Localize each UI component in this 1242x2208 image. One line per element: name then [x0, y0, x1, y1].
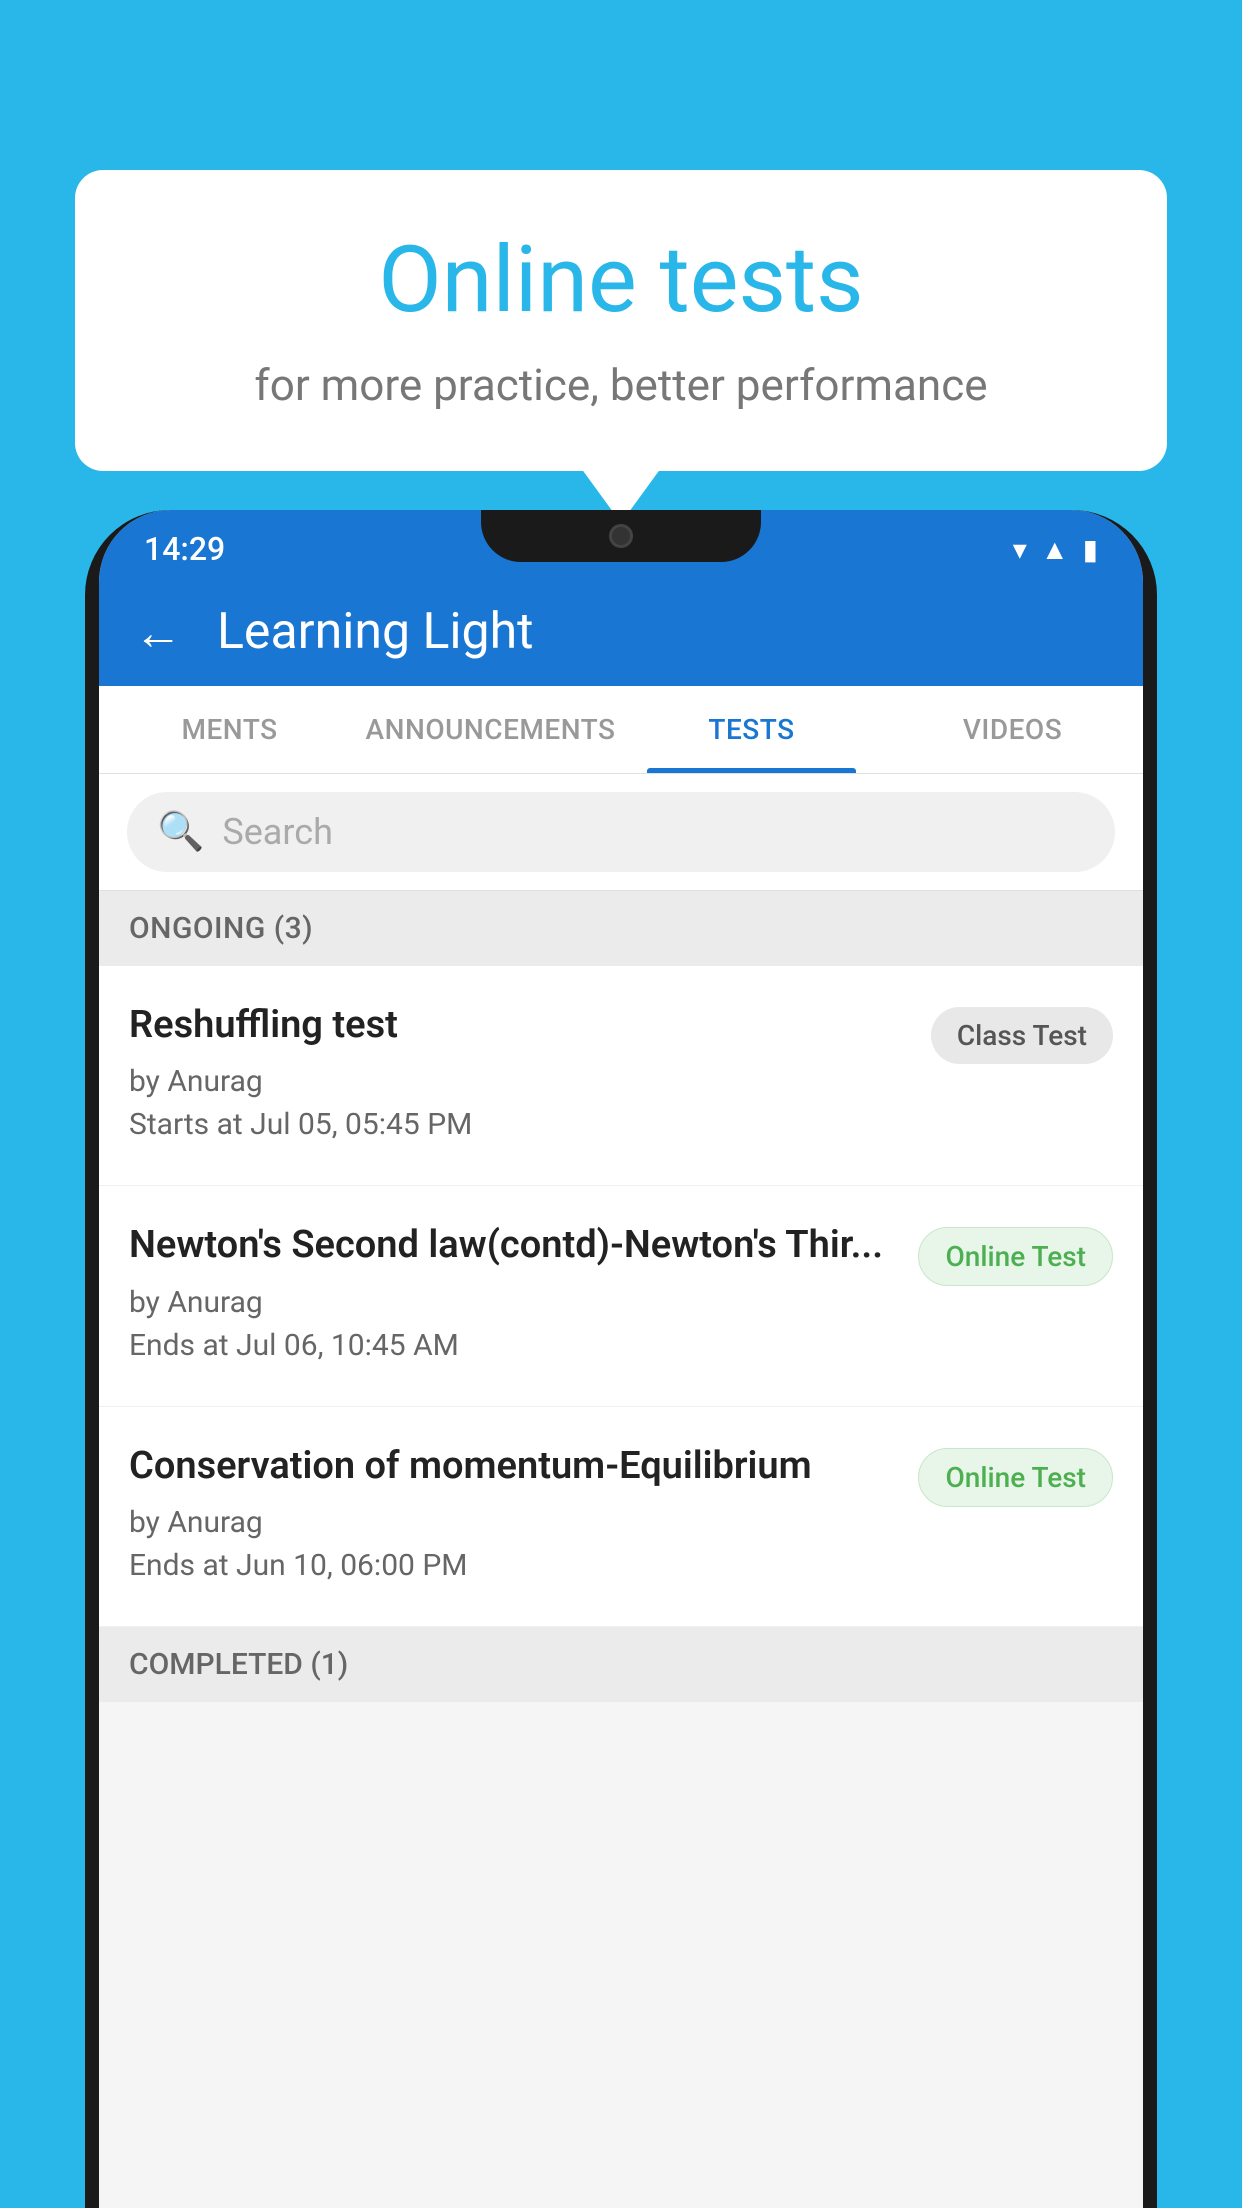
test-by-2: by Anurag [129, 1285, 898, 1320]
test-badge-3: Online Test [918, 1448, 1113, 1507]
front-camera [609, 524, 633, 548]
test-name-2: Newton's Second law(contd)-Newton's Thir… [129, 1221, 898, 1270]
signal-icon: ▲ [1041, 533, 1069, 566]
test-list: Reshuffling test by Anurag Starts at Jul… [99, 966, 1143, 1627]
back-button[interactable]: ← [134, 604, 182, 661]
test-item-2[interactable]: Newton's Second law(contd)-Newton's Thir… [99, 1186, 1143, 1406]
test-name-3: Conservation of momentum-Equilibrium [129, 1442, 898, 1491]
tabs-bar: MENTS ANNOUNCEMENTS TESTS VIDEOS [99, 686, 1143, 774]
tab-announcements[interactable]: ANNOUNCEMENTS [360, 686, 621, 773]
test-badge-2: Online Test [918, 1227, 1113, 1286]
wifi-icon: ▾ [1013, 533, 1027, 566]
search-container: 🔍 Search [99, 774, 1143, 891]
tab-ments[interactable]: MENTS [99, 686, 360, 773]
test-by-1: by Anurag [129, 1064, 911, 1099]
test-time-1: Starts at Jul 05, 05:45 PM [129, 1107, 911, 1142]
test-info-2: Newton's Second law(contd)-Newton's Thir… [129, 1221, 898, 1370]
test-by-3: by Anurag [129, 1505, 898, 1540]
completed-section-header: COMPLETED (1) [99, 1627, 1143, 1702]
completed-title: COMPLETED (1) [129, 1647, 348, 1682]
app-title: Learning Light [217, 603, 534, 661]
bubble-subtitle: for more practice, better performance [145, 359, 1097, 411]
test-time-2: Ends at Jul 06, 10:45 AM [129, 1328, 898, 1363]
tab-videos[interactable]: VIDEOS [882, 686, 1143, 773]
test-info-1: Reshuffling test by Anurag Starts at Jul… [129, 1001, 911, 1150]
test-name-1: Reshuffling test [129, 1001, 911, 1050]
battery-icon: ▮ [1083, 533, 1098, 566]
speech-bubble: Online tests for more practice, better p… [75, 170, 1167, 471]
status-time: 14:29 [144, 530, 225, 568]
ongoing-title: ONGOING (3) [129, 911, 313, 946]
phone-screen: 14:29 ▾ ▲ ▮ ← Learning Light MENTS ANNOU… [99, 510, 1143, 2208]
search-icon: 🔍 [157, 810, 204, 854]
tab-tests[interactable]: TESTS [621, 686, 882, 773]
phone-notch [481, 510, 761, 562]
phone-frame: 14:29 ▾ ▲ ▮ ← Learning Light MENTS ANNOU… [85, 510, 1157, 2208]
test-info-3: Conservation of momentum-Equilibrium by … [129, 1442, 898, 1591]
test-item-3[interactable]: Conservation of momentum-Equilibrium by … [99, 1407, 1143, 1627]
status-icons: ▾ ▲ ▮ [1013, 533, 1098, 566]
bubble-title: Online tests [145, 230, 1097, 331]
test-item-1[interactable]: Reshuffling test by Anurag Starts at Jul… [99, 966, 1143, 1186]
search-placeholder: Search [222, 811, 333, 853]
ongoing-section-header: ONGOING (3) [99, 891, 1143, 966]
test-badge-1: Class Test [931, 1007, 1113, 1064]
test-time-3: Ends at Jun 10, 06:00 PM [129, 1548, 898, 1583]
search-input-wrap[interactable]: 🔍 Search [127, 792, 1115, 872]
app-header: ← Learning Light [99, 578, 1143, 686]
